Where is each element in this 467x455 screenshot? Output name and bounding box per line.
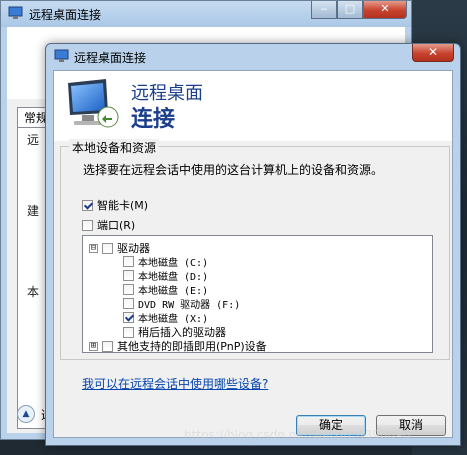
maximize-icon: □ [344, 2, 356, 15]
minimize-button[interactable]: ‒ [311, 1, 337, 19]
collapse-icon[interactable]: ⊟ [89, 243, 98, 253]
smartcard-label: 智能卡(M) [97, 199, 149, 212]
pnp-checkbox[interactable] [102, 340, 113, 352]
dialog-content: 远程桌面 连接 本地设备和资源 选择要在远程会话中使用的这台计算机上的设备和资源… [53, 70, 453, 438]
drive-x-checkbox[interactable] [123, 312, 134, 323]
tree-node-drive[interactable]: 本地磁盘 (D:) [123, 268, 208, 283]
drives-checkbox[interactable] [102, 242, 113, 254]
tree-node-drive[interactable]: 本地磁盘 (E:) [123, 282, 208, 297]
background-fragment-2: 建 [27, 204, 40, 218]
banner-title-line2: 连接 [131, 107, 176, 132]
dialog-banner: 远程桌面 连接 [54, 71, 452, 141]
expand-icon[interactable]: ⊞ [89, 341, 98, 351]
tree-node-pnp[interactable]: ⊞ 其他支持的即插即用(PnP)设备 [89, 338, 267, 354]
drive-c-checkbox[interactable] [123, 256, 134, 267]
ports-checkbox[interactable] [82, 219, 93, 231]
minimize-icon: ‒ [320, 2, 328, 15]
group-description: 选择要在远程会话中使用的这台计算机上的设备和资源。 [83, 163, 384, 177]
remote-desktop-icon [8, 6, 23, 19]
dialog-title: 远程桌面连接 [74, 51, 147, 65]
background-titlebar: 远程桌面连接 ‒ □ ✕ [1, 1, 411, 27]
later-drives-checkbox[interactable] [123, 326, 134, 338]
remote-desktop-icon [54, 49, 69, 62]
device-tree[interactable]: ⊟ 驱动器 本地磁盘 (C:) 本地磁盘 (D:) 本地磁盘 (E:) DVD … [82, 235, 433, 353]
drive-label: 本地磁盘 (C:) [138, 258, 209, 269]
background-window-title: 远程桌面连接 [29, 8, 102, 22]
dialog-close-button[interactable]: ✕ [412, 44, 454, 62]
pnp-label: 其他支持的即插即用(PnP)设备 [117, 340, 267, 353]
background-fragment-1: 远 [27, 133, 40, 147]
tree-node-drive[interactable]: 本地磁盘 (X:) [123, 310, 208, 325]
maximize-button[interactable]: □ [337, 1, 363, 19]
drive-label: 本地磁盘 (D:) [138, 272, 209, 283]
background-fragment-3: 本 [27, 285, 40, 299]
background-close-button[interactable]: ✕ [363, 1, 407, 19]
local-devices-dialog: 远程桌面连接 ✕ 远程桌面 连接 本地设备和资源 选择要在远程会话中使用的这台计… [45, 43, 461, 446]
remote-desktop-logo-icon [68, 79, 119, 128]
close-icon: ✕ [380, 2, 390, 15]
tree-node-drive[interactable]: DVD RW 驱动器 (F:) [123, 296, 240, 311]
ports-option[interactable]: 端口(R) [82, 217, 135, 233]
drive-d-checkbox[interactable] [123, 270, 134, 281]
watermark: https://blog.csdn.net/weixin_4398890 [184, 428, 411, 442]
smartcard-option[interactable]: 智能卡(M) [82, 197, 148, 213]
drive-label: 本地磁盘 (X:) [138, 314, 209, 325]
group-label: 本地设备和资源 [69, 139, 160, 156]
drive-f-checkbox[interactable] [123, 298, 134, 309]
chevron-up-icon: ▲ [17, 405, 35, 423]
dialog-titlebar: 远程桌面连接 ✕ [46, 44, 460, 70]
drive-e-checkbox[interactable] [123, 284, 134, 295]
help-link[interactable]: 我可以在远程会话中使用哪些设备? [82, 375, 268, 392]
ports-label: 端口(R) [97, 219, 136, 232]
tree-node-drive[interactable]: 本地磁盘 (C:) [123, 254, 208, 269]
smartcard-checkbox[interactable] [82, 199, 93, 211]
drive-label: DVD RW 驱动器 (F:) [138, 300, 241, 311]
drive-label: 本地磁盘 (E:) [138, 286, 209, 297]
close-icon: ✕ [427, 45, 439, 59]
